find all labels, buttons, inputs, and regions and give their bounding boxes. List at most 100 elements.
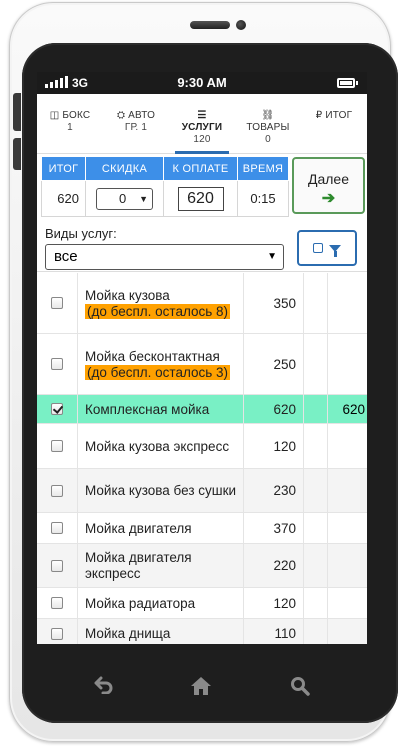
tab-services-label: УСЛУГИ [181, 122, 223, 133]
service-price: 620 [244, 395, 304, 423]
free-wash-note: (до беспл. осталось 8) [85, 303, 231, 319]
service-price: 370 [244, 513, 304, 543]
row-checkbox[interactable] [51, 627, 63, 640]
row-checkbox[interactable] [51, 597, 63, 609]
list-item[interactable]: Мойка двигателя 370 [37, 513, 367, 544]
service-list: Мойка кузова (до беспл. осталось 8) 350 М… [37, 273, 367, 644]
filter-button[interactable] [297, 230, 357, 266]
list-item[interactable]: Мойка радиатора 120 [37, 588, 367, 619]
to-pay-cell: 620 [163, 180, 238, 217]
service-name: Мойка радиатора [85, 595, 196, 611]
service-qty [304, 395, 328, 423]
home-icon[interactable] [190, 676, 212, 696]
row-checkbox[interactable] [51, 559, 63, 572]
service-price: 110 [244, 619, 304, 644]
row-checkbox-cell [37, 513, 78, 543]
service-name-cell: Мойка двигателя [78, 513, 244, 543]
status-bar: 3G 9:30 AM [37, 72, 367, 94]
arrow-right-icon: ➔ [321, 190, 336, 207]
service-type-select[interactable]: все ▼ [45, 244, 284, 270]
tab-box-label: БОКС [62, 110, 91, 121]
service-qty [304, 513, 328, 543]
service-name-cell: Мойка кузова без сушки [78, 469, 244, 512]
discount-value: 0 [119, 191, 127, 206]
status-clock: 9:30 AM [177, 75, 227, 90]
power-button [13, 138, 21, 170]
service-name-cell: Мойка днища [78, 619, 244, 644]
row-checkbox-cell [37, 588, 78, 618]
discount-header: СКИДКА [85, 156, 164, 181]
service-price: 230 [244, 469, 304, 512]
list-item-selected[interactable]: Комплексная мойка 620 620 [37, 395, 367, 424]
next-button[interactable]: Далее ➔ [292, 157, 365, 214]
to-pay-field[interactable]: 620 [177, 186, 224, 211]
list-item[interactable]: Мойка кузова без сушки 230 [37, 469, 367, 513]
row-checkbox-cell [37, 544, 78, 587]
row-checkbox-cell [37, 273, 78, 333]
row-checkbox[interactable] [51, 522, 63, 534]
ruble-icon: ₽ [315, 110, 323, 121]
row-checkbox-cell [37, 619, 78, 644]
volume-button [13, 93, 21, 131]
service-price: 250 [244, 334, 304, 394]
service-name: Комплексная мойка [85, 401, 210, 417]
service-filter: Виды услуг: все ▼ [37, 222, 367, 272]
service-sum [328, 273, 367, 333]
row-checkbox[interactable] [51, 484, 63, 497]
tab-bar: ◫ БОКС 1 ⛭ АВТО ГР. 1 ☰ УСЛУГИ 120 ⛓ ТОВАРЫ… [37, 94, 367, 154]
tab-box[interactable]: ◫ БОКС 1 [37, 94, 103, 153]
free-wash-note: (до беспл. осталось 3) [85, 364, 231, 380]
system-nav-bar [12, 654, 388, 714]
tab-goods[interactable]: ⛓ ТОВАРЫ 0 [235, 94, 301, 153]
tab-total-label: ИТОГ [325, 110, 353, 121]
back-icon[interactable] [94, 676, 114, 694]
row-checkbox-cell [37, 334, 78, 394]
row-checkbox-cell [37, 395, 78, 423]
service-name: Мойка кузова [85, 287, 170, 303]
service-sum [328, 619, 367, 644]
service-qty [304, 469, 328, 512]
battery-icon [337, 78, 358, 88]
car-icon: ⛭ [116, 110, 126, 121]
tab-goods-sub: 0 [265, 134, 271, 145]
list-item[interactable]: Мойка кузова экспресс 120 [37, 424, 367, 469]
service-name-cell: Мойка двигателя экспресс [78, 544, 244, 587]
discount-select[interactable]: 0 ▼ [96, 187, 153, 210]
tab-goods-label: ТОВАРЫ [246, 122, 290, 133]
service-sum [328, 513, 367, 543]
list-item[interactable]: Мойка кузова (до беспл. осталось 8) 350 [37, 273, 367, 334]
list-item[interactable]: Мойка бесконтактная (до беспл. осталось 3… [37, 334, 367, 395]
front-camera [236, 20, 246, 30]
row-checkbox[interactable] [51, 358, 63, 370]
service-qty [304, 588, 328, 618]
tab-total[interactable]: ₽ ИТОГ [301, 94, 367, 153]
row-checkbox[interactable] [51, 440, 63, 452]
chevron-down-icon: ▼ [267, 251, 277, 262]
row-checkbox[interactable] [51, 297, 63, 309]
service-sum [328, 469, 367, 512]
row-checkbox[interactable] [51, 403, 63, 415]
tab-services[interactable]: ☰ УСЛУГИ 120 [169, 94, 235, 154]
service-name: Мойка днища [85, 626, 171, 641]
list-item[interactable]: Мойка двигателя экспресс 220 [37, 544, 367, 588]
search-icon[interactable] [290, 676, 310, 696]
total-header: ИТОГ [41, 156, 86, 181]
service-name: Мойка кузова без сушки [85, 483, 237, 498]
service-sum [328, 544, 367, 587]
earpiece [190, 21, 230, 29]
service-name: Мойка двигателя [85, 520, 192, 536]
service-name-cell: Мойка кузова (до беспл. осталось 8) [78, 273, 244, 333]
service-qty [304, 544, 328, 587]
service-name-cell: Мойка радиатора [78, 588, 244, 618]
box-icon: ◫ [49, 110, 60, 121]
list-item[interactable]: Мойка днища 110 [37, 619, 367, 644]
row-checkbox-cell [37, 469, 78, 512]
tab-car[interactable]: ⛭ АВТО ГР. 1 [103, 94, 169, 153]
tab-car-label: АВТО [128, 110, 156, 121]
service-name: Мойка двигателя экспресс [85, 550, 192, 581]
service-type-value: все [54, 248, 78, 265]
total-value: 620 [41, 180, 86, 217]
time-header: ВРЕМЯ [237, 156, 289, 181]
service-price: 120 [244, 588, 304, 618]
summary-table: ИТОГ СКИДКА К ОПЛАТЕ ВРЕМЯ 620 0 ▼ 620 0:… [41, 156, 289, 217]
